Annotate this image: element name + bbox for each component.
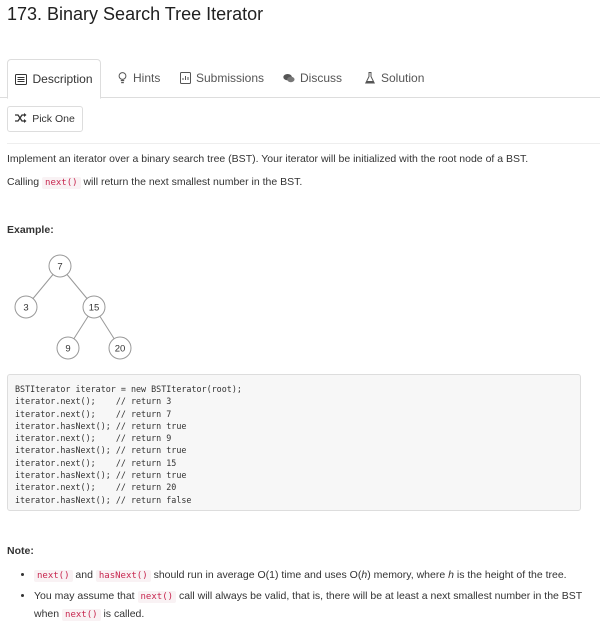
tab-hints[interactable]: Hints (116, 59, 160, 97)
code-line: iterator.hasNext(); // return true (15, 420, 187, 431)
pick-one-button[interactable]: Pick One (7, 106, 83, 132)
tab-solution[interactable]: Solution (364, 59, 424, 97)
example-heading: Example: (7, 224, 54, 236)
tree-node: 7 (48, 254, 72, 278)
svg-text:3: 3 (23, 303, 28, 314)
description-paragraph: Implement an iterator over a binary sear… (7, 153, 529, 165)
tab-label: Solution (381, 71, 425, 85)
tab-description[interactable]: Description (7, 59, 101, 99)
page-title: 173. Binary Search Tree Iterator (7, 4, 264, 24)
code-line: iterator.next(); // return 3 (15, 396, 172, 407)
tab-label: Hints (133, 71, 161, 85)
tab-bar: Description Hints Submissions Discuss So… (0, 59, 600, 99)
code-line: iterator.next(); // return 15 (15, 457, 177, 468)
tree-node: 20 (108, 336, 132, 360)
code-line: iterator.next(); // return 20 (15, 482, 177, 493)
discuss-icon (283, 72, 295, 84)
tab-discuss[interactable]: Discuss (283, 59, 342, 97)
inline-code: next() (42, 177, 81, 189)
flask-icon (364, 72, 376, 84)
note-item: You may assume that next() call will alw… (34, 588, 594, 624)
tree-node: 15 (82, 295, 106, 319)
svg-text:7: 7 (57, 262, 62, 273)
note-item: next() and hasNext() should run in avera… (34, 567, 594, 585)
tab-label: Discuss (300, 71, 343, 85)
svg-text:15: 15 (89, 303, 100, 314)
tab-submissions[interactable]: Submissions (179, 59, 264, 97)
shuffle-icon (15, 112, 27, 126)
code-line: iterator.hasNext(); // return false (15, 494, 192, 505)
submissions-icon (179, 72, 191, 84)
svg-text:9: 9 (65, 344, 70, 355)
tree-node: 3 (14, 295, 38, 319)
tab-label: Submissions (196, 71, 265, 85)
code-line: iterator.next(); // return 9 (15, 433, 172, 444)
lightbulb-icon (116, 72, 128, 84)
bst-diagram: 7 3 15 9 20 (14, 254, 132, 360)
tab-label: Description (32, 72, 93, 86)
note-list: next() and hasNext() should run in avera… (22, 567, 594, 624)
code-line: BSTIterator iterator = new BSTIterator(r… (15, 384, 242, 394)
svg-text:20: 20 (115, 344, 126, 355)
inline-code: next() (62, 609, 101, 621)
inline-code: hasNext() (95, 570, 151, 582)
example-code-block: BSTIterator iterator = new BSTIterator(r… (7, 374, 581, 511)
code-line: iterator.hasNext(); // return true (15, 470, 187, 481)
code-line: iterator.next(); // return 7 (15, 408, 172, 419)
pick-one-label: Pick One (32, 113, 75, 125)
inline-code: next() (137, 591, 177, 603)
description-paragraph-2: Calling next() will return the next smal… (7, 176, 303, 189)
code-line: iterator.hasNext(); // return true (15, 445, 187, 456)
divider (7, 143, 600, 144)
description-icon (15, 73, 28, 85)
note-heading: Note: (7, 545, 34, 557)
tree-node: 9 (56, 336, 80, 360)
inline-code: next() (34, 570, 73, 582)
